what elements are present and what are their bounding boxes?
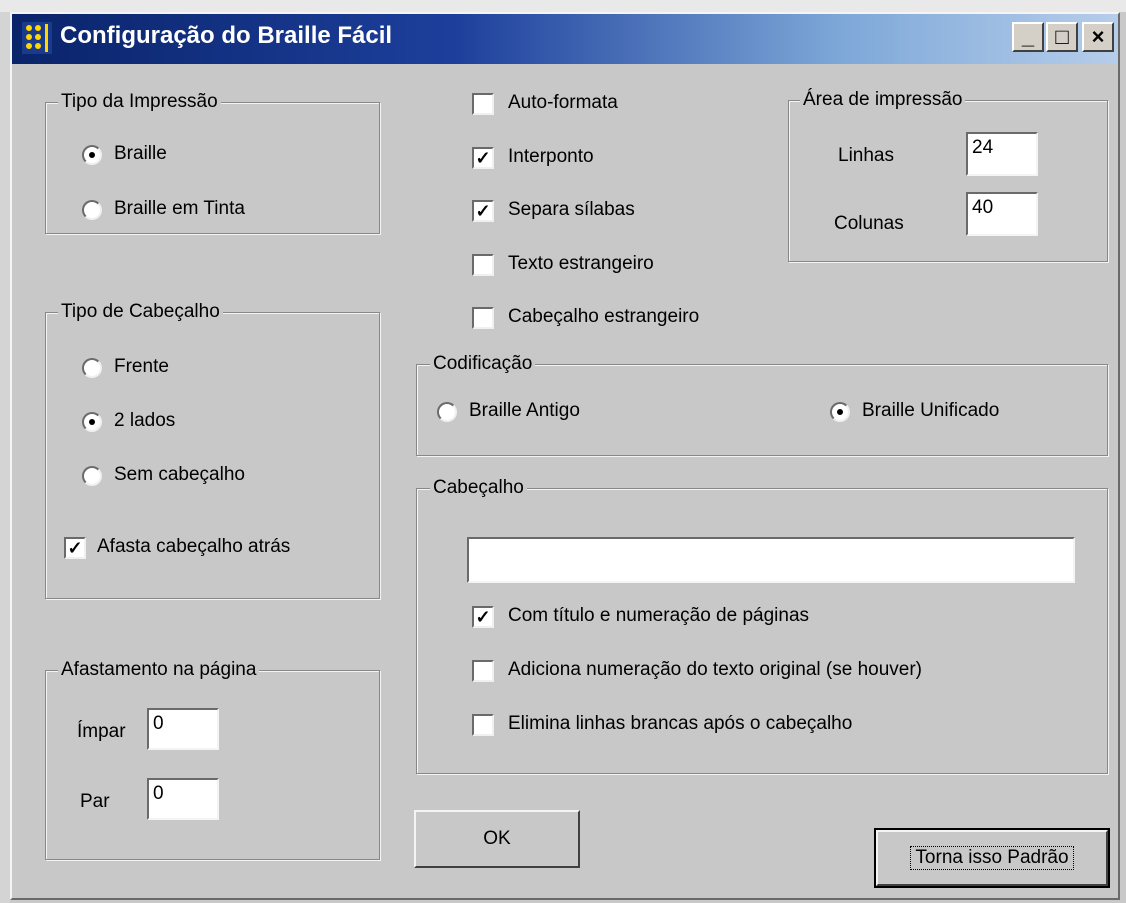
checkbox-com-titulo[interactable]: ✓ [472, 606, 494, 628]
linhas-input[interactable]: 24 [966, 132, 1038, 176]
torna-padrao-label: Torna isso Padrão [910, 846, 1074, 870]
checkbox-adiciona-numeracao[interactable] [472, 660, 494, 682]
checkbox-texto-estrangeiro[interactable] [472, 254, 494, 276]
app-icon [22, 22, 52, 54]
cabecalho-legend: Cabeçalho [430, 477, 527, 499]
tipo-impressao-legend: Tipo da Impressão [58, 91, 221, 113]
radio-frente-label[interactable]: Frente [114, 355, 169, 379]
impar-input[interactable]: 0 [147, 708, 219, 750]
linhas-label: Linhas [838, 145, 894, 166]
minimize-icon: _ [1021, 24, 1035, 49]
background-top [0, 0, 1126, 12]
cabecalho-text-input[interactable] [467, 537, 1075, 583]
background-strip [0, 0, 10, 903]
radio-sem-cabecalho-label[interactable]: Sem cabeçalho [114, 463, 245, 487]
checkbox-auto-formata-label[interactable]: Auto-formata [508, 91, 618, 115]
tipo-cabecalho-legend: Tipo de Cabeçalho [58, 301, 223, 323]
checkbox-auto-formata[interactable] [472, 93, 494, 115]
checkbox-afasta-cabecalho[interactable]: ✓ [64, 537, 86, 559]
colunas-input[interactable]: 40 [966, 192, 1038, 236]
radio-braille-unificado[interactable] [830, 402, 850, 422]
minimize-button[interactable]: _ [1012, 22, 1044, 52]
group-afastamento [45, 670, 380, 860]
radio-sem-cabecalho[interactable] [82, 466, 102, 486]
ok-button-label: OK [483, 828, 511, 849]
checkbox-interponto[interactable]: ✓ [472, 147, 494, 169]
radio-2-lados-label[interactable]: 2 lados [114, 409, 175, 433]
radio-braille[interactable] [82, 145, 102, 165]
checkbox-elimina-linhas[interactable] [472, 714, 494, 736]
close-button[interactable]: × [1082, 22, 1114, 52]
area-impressao-legend: Área de impressão [800, 89, 966, 111]
afastamento-legend: Afastamento na página [58, 659, 260, 681]
codificacao-legend: Codificação [430, 353, 536, 375]
checkbox-texto-estrangeiro-label[interactable]: Texto estrangeiro [508, 252, 654, 276]
radio-braille-antigo[interactable] [437, 402, 457, 422]
checkbox-separa-silabas[interactable]: ✓ [472, 200, 494, 222]
radio-braille-em-tinta[interactable] [82, 200, 102, 220]
window-title: Configuração do Braille Fácil [60, 22, 393, 49]
par-input[interactable]: 0 [147, 778, 219, 820]
checkbox-afasta-cabecalho-label[interactable]: Afasta cabeçalho atrás [97, 535, 290, 559]
checkbox-cabecalho-estrangeiro[interactable] [472, 307, 494, 329]
close-icon: × [1091, 24, 1105, 49]
group-area-impressao [788, 100, 1108, 262]
radio-2-lados[interactable] [82, 412, 102, 432]
radio-braille-unificado-label[interactable]: Braille Unificado [862, 399, 999, 423]
impar-label: Ímpar [77, 721, 126, 742]
checkbox-elimina-linhas-label[interactable]: Elimina linhas brancas após o cabeçalho [508, 712, 852, 736]
torna-padrao-button[interactable]: Torna isso Padrão [874, 828, 1110, 888]
radio-frente[interactable] [82, 358, 102, 378]
checkbox-cabecalho-estrangeiro-label[interactable]: Cabeçalho estrangeiro [508, 305, 699, 329]
maximize-button[interactable]: □ [1046, 22, 1078, 52]
checkbox-adiciona-numeracao-label[interactable]: Adiciona numeração do texto original (se… [508, 658, 922, 682]
radio-braille-antigo-label[interactable]: Braille Antigo [469, 399, 580, 423]
radio-braille-em-tinta-label[interactable]: Braille em Tinta [114, 197, 245, 221]
radio-braille-label[interactable]: Braille [114, 142, 167, 166]
checkbox-com-titulo-label[interactable]: Com título e numeração de páginas [508, 604, 809, 628]
ok-button[interactable]: OK [414, 810, 580, 868]
checkbox-interponto-label[interactable]: Interponto [508, 145, 594, 169]
par-label: Par [80, 791, 110, 812]
maximize-icon: □ [1055, 24, 1069, 49]
checkbox-separa-silabas-label[interactable]: Separa sílabas [508, 198, 635, 222]
colunas-label: Colunas [834, 213, 904, 234]
